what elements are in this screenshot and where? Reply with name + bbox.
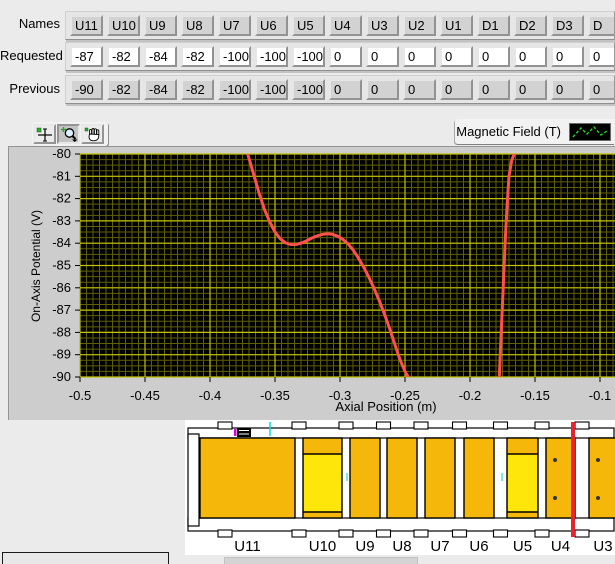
names-cell: U1 (440, 15, 473, 36)
previous-cell: -90 (70, 79, 103, 100)
requested-cell[interactable]: -84 (144, 46, 177, 67)
legend-line-icon (569, 123, 611, 141)
svg-text:-84: -84 (52, 235, 71, 250)
svg-text:-86: -86 (52, 280, 71, 295)
svg-text:U3: U3 (593, 538, 612, 555)
requested-cell[interactable]: -82 (181, 46, 214, 67)
names-cell: U7 (218, 15, 251, 36)
svg-text:U10: U10 (309, 538, 337, 555)
previous-cell: 0 (366, 79, 399, 100)
names-array: U11U10U9U8U7U6U5U4U3U2U1D1D2D3D (65, 11, 615, 40)
previous-cell: 0 (588, 79, 615, 100)
names-cell: U10 (107, 15, 140, 36)
svg-text:U11: U11 (234, 538, 260, 555)
requested-cell[interactable]: 0 (477, 46, 510, 67)
svg-text:-89: -89 (52, 347, 71, 362)
requested-cells: -87-82-84-82-100-100-10000000000 (66, 43, 614, 70)
graph-toolbar (32, 122, 108, 146)
previous-cell: 0 (551, 79, 584, 100)
svg-text:-80: -80 (52, 146, 71, 161)
requested-cell[interactable]: 0 (514, 46, 547, 67)
names-cell: U3 (366, 15, 399, 36)
svg-text:U6: U6 (469, 538, 488, 555)
requested-cell[interactable]: -82 (107, 46, 140, 67)
labview-front-panel: Names Requested Previous U11U10U9U8U7U6U… (0, 0, 615, 564)
requested-cell[interactable]: -100 (292, 46, 325, 67)
row-label-requested: Requested (0, 48, 60, 63)
previous-array: -90-82-84-82-100-100-10000000000 (65, 75, 615, 104)
requested-cell[interactable]: 0 (366, 46, 399, 67)
previous-cell: -100 (255, 79, 288, 100)
svg-text:-90: -90 (52, 369, 71, 384)
previous-cell: -100 (218, 79, 251, 100)
electrode-stack-diagram: U11 U10 U9 U8 U7 U6 U5 U4 U3 (185, 420, 615, 555)
svg-text:-0.2: -0.2 (459, 388, 481, 403)
pan-tool-button[interactable] (81, 124, 104, 144)
hand-icon (84, 127, 102, 142)
svg-text:-0.4: -0.4 (199, 388, 221, 403)
names-cell: D3 (551, 15, 584, 36)
names-cell: D2 (514, 15, 547, 36)
names-cell: U5 (292, 15, 325, 36)
requested-cell[interactable]: -87 (70, 46, 103, 67)
legend-label: Magnetic Field (T) (456, 124, 561, 139)
svg-text:-85: -85 (52, 258, 71, 273)
svg-text:U7: U7 (430, 538, 449, 555)
svg-text:-0.3: -0.3 (329, 388, 351, 403)
cutoff-bottom-gray-strip (224, 557, 418, 564)
requested-cell[interactable]: 0 (440, 46, 473, 67)
zoom-tool-button[interactable] (57, 124, 80, 144)
names-cell: D1 (477, 15, 510, 36)
svg-text:U8: U8 (392, 538, 411, 555)
svg-text:-0.15: -0.15 (520, 388, 550, 403)
names-cell: U2 (403, 15, 436, 36)
names-cell: U6 (255, 15, 288, 36)
plot-legend[interactable]: Magnetic Field (T) (455, 119, 615, 144)
requested-cell[interactable]: 0 (588, 46, 615, 67)
previous-cell: -100 (292, 79, 325, 100)
crosshair-icon (36, 127, 54, 142)
previous-cells: -90-82-84-82-100-100-10000000000 (66, 76, 614, 103)
previous-cell: 0 (329, 79, 362, 100)
magnifier-icon (60, 126, 78, 142)
previous-cell: -84 (144, 79, 177, 100)
electrode-stack-drawing: U11 U10 U9 U8 U7 U6 U5 U4 U3 (185, 420, 615, 555)
requested-cell[interactable]: 0 (551, 46, 584, 67)
svg-text:-0.45: -0.45 (130, 388, 160, 403)
svg-text:U9: U9 (355, 538, 374, 555)
previous-cell: 0 (440, 79, 473, 100)
requested-cell[interactable]: 0 (329, 46, 362, 67)
svg-text:-0.5: -0.5 (69, 388, 91, 403)
svg-text:U4: U4 (551, 538, 570, 555)
requested-cell[interactable]: -100 (218, 46, 251, 67)
requested-cell[interactable]: -100 (255, 46, 288, 67)
names-cell: U4 (329, 15, 362, 36)
xy-graph-plot[interactable]: -0.5 -0.45 -0.4 -0.35 -0.3 -0.25 -0.2 -0.15 -0.1… (10, 147, 615, 415)
svg-text:-0.1: -0.1 (589, 388, 611, 403)
names-cell: D (588, 15, 615, 36)
previous-cell: -82 (181, 79, 214, 100)
cutoff-bottom-left-box (2, 552, 169, 564)
svg-text:-88: -88 (52, 324, 71, 339)
previous-cell: -82 (107, 79, 140, 100)
names-cells: U11U10U9U8U7U6U5U4U3U2U1D1D2D3D (66, 12, 614, 39)
cursor-tool-button[interactable] (33, 124, 56, 144)
svg-text:-0.25: -0.25 (390, 388, 420, 403)
previous-cell: 0 (477, 79, 510, 100)
row-label-names: Names (0, 16, 60, 31)
requested-cell[interactable]: 0 (403, 46, 436, 67)
previous-cell: 0 (403, 79, 436, 100)
svg-text:U5: U5 (513, 538, 532, 555)
svg-text:-0.35: -0.35 (260, 388, 290, 403)
svg-text:-83: -83 (52, 213, 71, 228)
names-cell: U8 (181, 15, 214, 36)
svg-text:-82: -82 (52, 191, 71, 206)
names-cell: U9 (144, 15, 177, 36)
requested-array: -87-82-84-82-100-100-10000000000 (65, 42, 615, 71)
previous-cell: 0 (514, 79, 547, 100)
svg-text:-81: -81 (52, 168, 71, 183)
svg-text:-87: -87 (52, 302, 71, 317)
names-cell: U11 (70, 15, 103, 36)
row-label-previous: Previous (0, 81, 60, 96)
